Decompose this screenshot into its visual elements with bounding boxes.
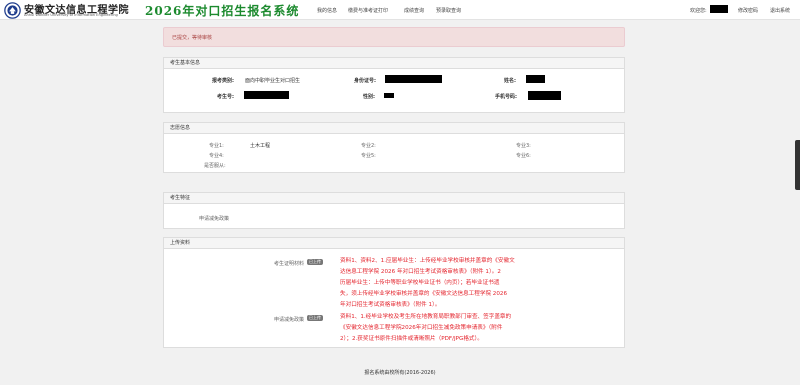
- major3-label: 专业3:: [516, 143, 531, 149]
- upload-row1-label: 考生证明材料: [274, 261, 305, 267]
- upload-row1-badge: 已上传: [307, 259, 323, 265]
- name-redacted: [526, 75, 545, 83]
- name-label: 姓名:: [504, 78, 516, 84]
- school-logo-icon: [4, 2, 21, 19]
- username-redacted: [710, 5, 728, 13]
- upload-row2-label: 申请减免政策: [274, 317, 305, 323]
- feature-item: 申请减免政策: [199, 216, 230, 222]
- top-header-bar: 安徽文达信息工程学院 Anhui Wonder University of In…: [0, 0, 800, 20]
- status-alert: 已提交，等待审核: [163, 27, 625, 47]
- features-title: 考生特征: [164, 193, 624, 204]
- uploads-panel: 上传资料 考生证明材料 已上传 资料1、资料2、1.应届毕业生：上传经毕业学校审…: [163, 237, 625, 348]
- upload-row2-badge: 已上传: [307, 315, 323, 321]
- footer-copyright: 报名系统由校所有(2016-2026): [364, 370, 436, 376]
- nav-payment-admission-print[interactable]: 缴费与准考证打印: [348, 7, 388, 14]
- nav-score-query[interactable]: 成绩查询: [404, 7, 424, 14]
- id-card-label: 身份证号:: [354, 78, 376, 84]
- candidate-no-redacted: [244, 91, 289, 99]
- exam-type-value: 面向中职毕业生对口招生: [245, 78, 301, 84]
- phone-label: 手机号码:: [495, 94, 517, 100]
- id-card-redacted: [385, 75, 442, 83]
- upload-row2-text: 资料1、1.经毕业学校及考生所在地教育局职教部门审查、签字盖章的 《安徽文达信息…: [340, 314, 512, 342]
- preference-title: 志愿信息: [164, 123, 624, 134]
- preference-panel: 志愿信息 专业1: 土木工程 专业2: 专业3: 专业4: 专业5: 专业6: …: [163, 122, 625, 173]
- nav-pre-admission-query[interactable]: 预录取查询: [436, 7, 461, 14]
- adjust-label: 是否服从:: [204, 163, 226, 169]
- major5-label: 专业5:: [361, 153, 376, 159]
- status-alert-text: 已提交，等待审核: [172, 35, 213, 41]
- nav-my-info[interactable]: 我的信息: [317, 7, 337, 14]
- major1-value: 土木工程: [250, 143, 271, 149]
- system-title: 2026年对口招生报名系统: [145, 4, 300, 18]
- gender-redacted: [384, 93, 394, 98]
- exam-type-label: 报考类别:: [212, 78, 234, 84]
- uploads-title: 上传资料: [164, 238, 624, 249]
- candidate-no-label: 考生号:: [217, 94, 234, 100]
- school-name-en: Anhui Wonder University of Information E…: [24, 13, 118, 17]
- welcome-label: 欢迎您:: [690, 8, 707, 14]
- major2-label: 专业2:: [361, 143, 376, 149]
- features-panel: 考生特征 申请减免政策: [163, 192, 625, 229]
- phone-redacted: [528, 91, 561, 100]
- major1-label: 专业1:: [209, 143, 224, 149]
- basic-info-panel: 考生基本信息 报考类别: 面向中职毕业生对口招生 身份证号: 姓名: 考生号: …: [163, 57, 625, 113]
- change-password-link[interactable]: 修改密码: [738, 7, 758, 14]
- side-panel-handle[interactable]: [795, 140, 800, 190]
- upload-row1-text: 资料1、资料2、1.应届毕业生：上传经毕业学校审核并盖章的《安徽文 达信息工程学…: [340, 258, 515, 308]
- gender-label: 性别:: [363, 94, 375, 100]
- major4-label: 专业4:: [209, 153, 224, 159]
- logout-link[interactable]: 退出系统: [770, 7, 790, 14]
- major6-label: 专业6:: [516, 153, 531, 159]
- basic-info-title: 考生基本信息: [164, 58, 624, 69]
